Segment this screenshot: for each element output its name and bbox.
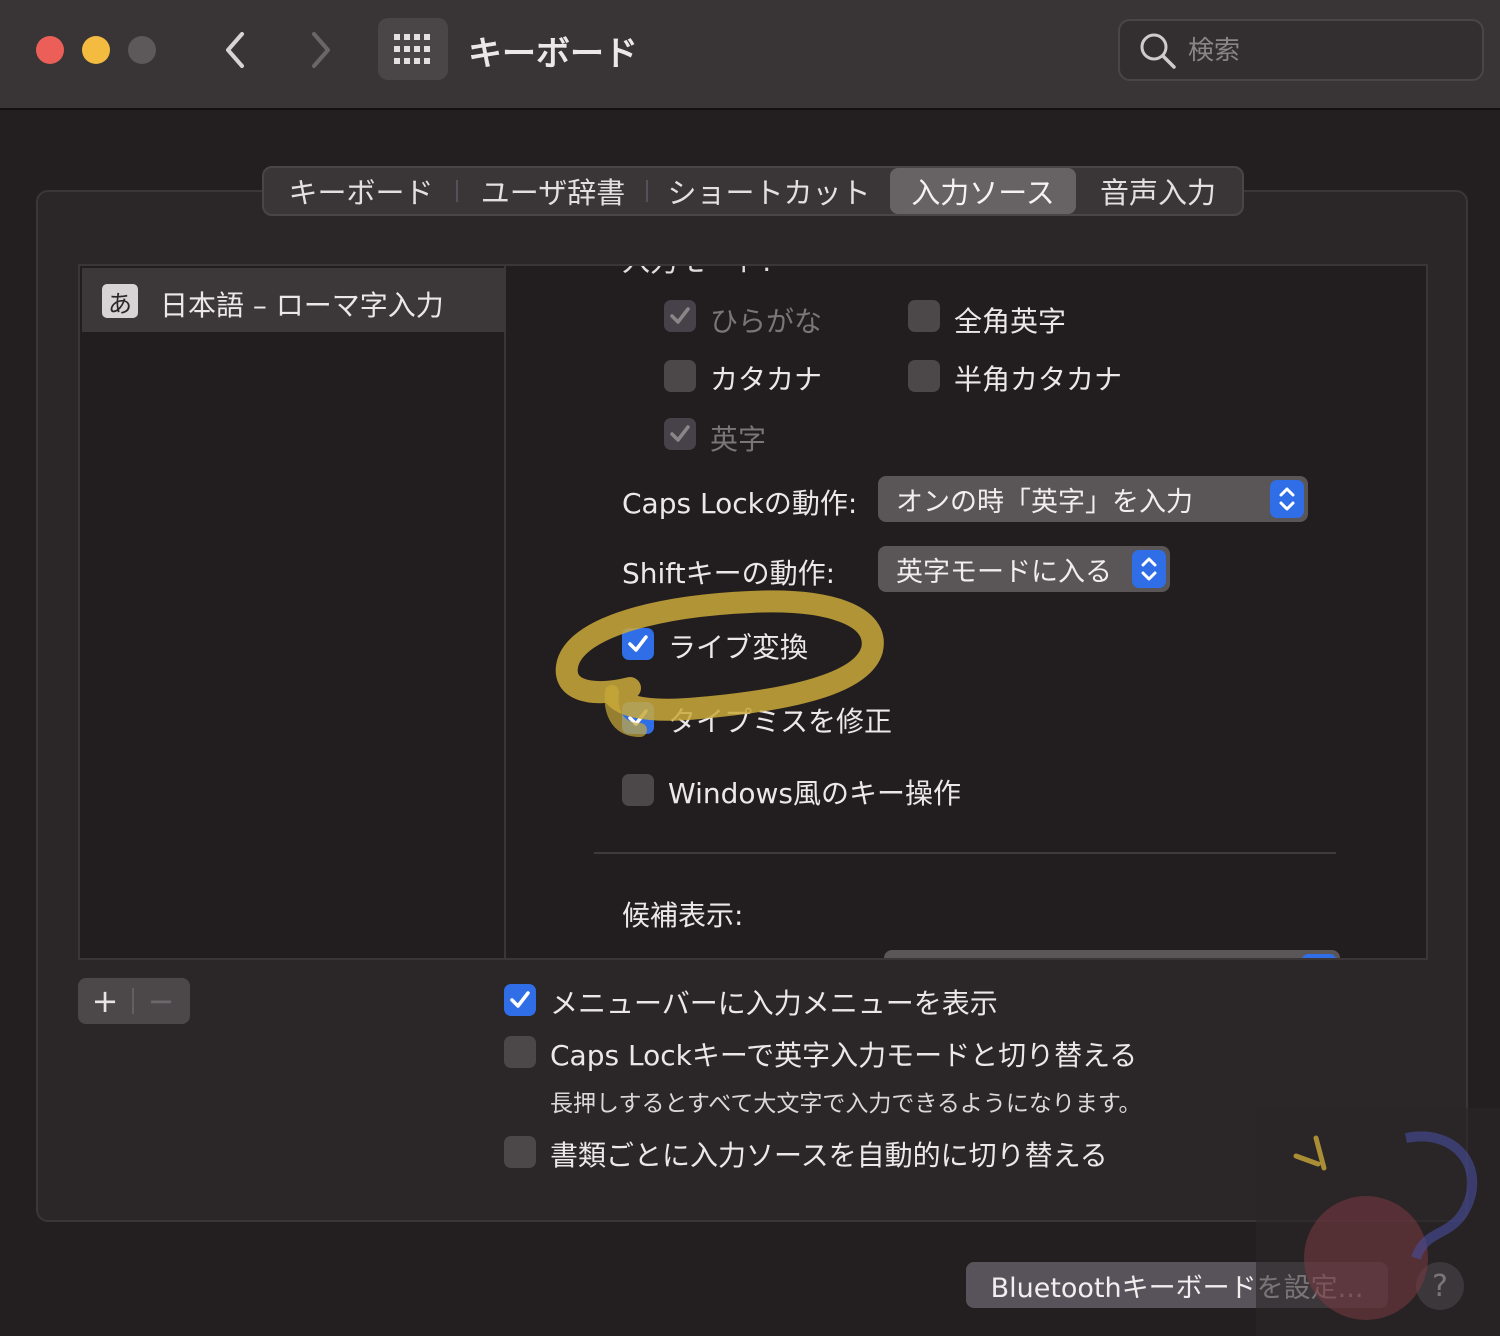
mascot-watermark xyxy=(1256,1108,1500,1336)
checkbox-label-correct-typos: タイプミスを修正 xyxy=(668,705,893,738)
checkbox-label-show-input-menu: メニューバーに入力メニューを表示 xyxy=(550,987,998,1020)
checkbox-label-roman: 英字 xyxy=(710,423,767,456)
caps-lock-behavior-label: Caps Lockの動作: xyxy=(622,487,858,520)
hiragana-a-icon: あ xyxy=(102,284,138,318)
caps-lock-behavior-value: オンの時「英字」を入力 xyxy=(896,486,1193,518)
checkbox-hiragana[interactable] xyxy=(664,300,696,332)
updown-arrows-icon xyxy=(1270,480,1304,518)
input-source-list: あ 日本語 – ローマ字入力 xyxy=(78,264,506,960)
input-source-item-japanese-romaji[interactable]: あ 日本語 – ローマ字入力 xyxy=(82,268,506,332)
add-input-source-button[interactable]: + xyxy=(78,978,132,1024)
tab-bar: キーボード ユーザ辞書 ショートカット 入力ソース 音声入力 xyxy=(262,166,1244,216)
checkbox-correct-typos[interactable] xyxy=(622,702,654,734)
section-divider xyxy=(594,852,1336,854)
checkbox-label-katakana: カタカナ xyxy=(710,363,823,396)
checkmark-icon xyxy=(628,635,648,652)
title-bar: キーボード xyxy=(0,0,1500,110)
checkbox-label-hiragana: ひらがな xyxy=(710,305,823,338)
candidates-popup[interactable] xyxy=(884,950,1340,958)
checkbox-auto-switch-per-document[interactable] xyxy=(504,1136,536,1168)
chevron-right-icon xyxy=(312,32,330,68)
checkbox-label-windows-style-keys: Windows風のキー操作 xyxy=(668,777,961,810)
input-modes-heading: 入力モード: xyxy=(622,266,771,280)
grid-icon xyxy=(394,34,430,64)
checkbox-show-input-menu[interactable] xyxy=(504,984,536,1016)
tab-user-dictionary[interactable]: ユーザ辞書 xyxy=(458,168,648,214)
checkbox-label-auto-switch-per-document: 書類ごとに入力ソースを自動的に切り替える xyxy=(550,1139,1108,1172)
checkbox-live-conversion[interactable] xyxy=(622,628,654,660)
updown-arrows-icon xyxy=(1132,550,1166,588)
show-all-button[interactable] xyxy=(378,18,448,80)
checkmark-icon xyxy=(670,425,690,442)
tab-input-sources[interactable]: 入力ソース xyxy=(890,168,1076,214)
remove-input-source-button[interactable]: − xyxy=(134,978,188,1024)
candidates-label: 候補表示: xyxy=(622,899,744,932)
checkbox-fullwidth-roman[interactable] xyxy=(908,300,940,332)
checkbox-windows-style-keys[interactable] xyxy=(622,774,654,806)
tab-keyboard[interactable]: キーボード xyxy=(264,168,458,214)
search-field[interactable] xyxy=(1118,19,1484,81)
input-source-label: 日本語 – ローマ字入力 xyxy=(160,289,444,322)
shift-behavior-popup[interactable]: 英字モードに入る xyxy=(878,546,1170,592)
checkbox-label-live-conversion: ライブ変換 xyxy=(668,631,809,664)
caps-lock-behavior-popup[interactable]: オンの時「英字」を入力 xyxy=(878,476,1308,522)
checkbox-caps-lock-switch[interactable] xyxy=(504,1036,536,1068)
minimize-window-button[interactable] xyxy=(82,36,110,64)
caps-lock-note: 長押しするとすべて大文字で入力できるようになります。 xyxy=(550,1091,1142,1117)
tab-dictation[interactable]: 音声入力 xyxy=(1076,168,1240,214)
input-source-settings: 入力モード: ひらがな 全角英字 カタカナ 半角カタカナ 英字 Caps Loc… xyxy=(506,264,1428,960)
chevron-left-icon xyxy=(226,32,244,68)
zoom-window-button[interactable] xyxy=(128,36,156,64)
tab-shortcuts[interactable]: ショートカット xyxy=(648,168,890,214)
window-title: キーボード xyxy=(468,34,638,74)
checkbox-label-fullwidth-roman: 全角英字 xyxy=(954,305,1067,338)
search-icon xyxy=(1140,33,1176,69)
list-add-remove-control: + − xyxy=(78,978,190,1024)
checkbox-roman[interactable] xyxy=(664,418,696,450)
forward-button[interactable] xyxy=(298,28,342,72)
checkbox-label-caps-lock-switch: Caps Lockキーで英字入力モードと切り替える xyxy=(550,1039,1138,1072)
checkmark-icon xyxy=(510,991,530,1008)
checkbox-halfwidth-katakana[interactable] xyxy=(908,360,940,392)
checkmark-icon xyxy=(670,307,690,324)
shift-behavior-label: Shiftキーの動作: xyxy=(622,557,836,590)
search-input[interactable] xyxy=(1188,35,1468,67)
shift-behavior-value: 英字モードに入る xyxy=(896,556,1112,588)
checkbox-label-halfwidth-katakana: 半角カタカナ xyxy=(954,363,1123,396)
close-window-button[interactable] xyxy=(36,36,64,64)
back-button[interactable] xyxy=(214,28,258,72)
checkbox-katakana[interactable] xyxy=(664,360,696,392)
checkmark-icon xyxy=(628,709,648,726)
